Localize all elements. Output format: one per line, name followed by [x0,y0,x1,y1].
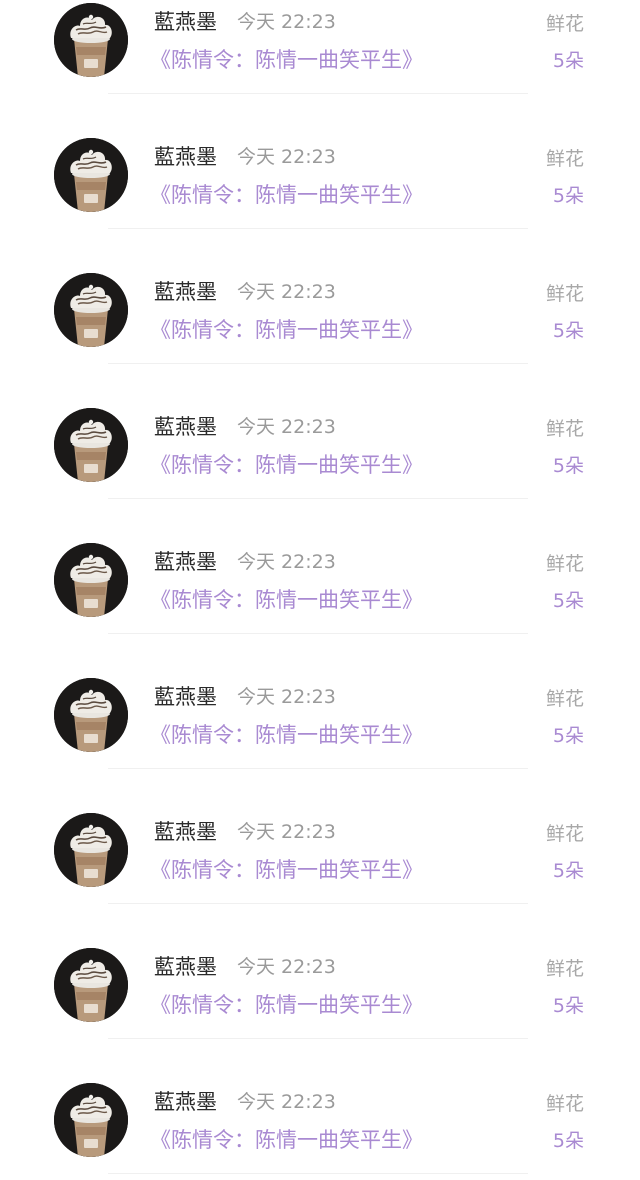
user-avatar[interactable] [54,3,128,77]
work-title-link[interactable]: 《陈情令：陈情一曲笑平生》 [150,990,423,1020]
work-title-link[interactable]: 《陈情令：陈情一曲笑平生》 [150,45,423,75]
user-avatar[interactable] [54,273,128,347]
sender-name[interactable]: 藍燕墨 [154,1088,217,1116]
gift-time: 今天 22:23 [237,956,336,978]
gift-count: 5朵 [552,725,584,747]
gift-record-item[interactable]: 藍燕墨 今天 22:23 《陈情令：陈情一曲笑平生》 鲜花 5朵 [0,910,640,1045]
user-avatar[interactable] [54,543,128,617]
gift-type-label: 鲜花 [545,148,584,170]
divider [108,1038,528,1039]
gift-type-label: 鲜花 [545,418,584,440]
gift-time: 今天 22:23 [237,686,336,708]
gift-count: 5朵 [552,860,584,882]
divider [108,1173,528,1174]
gift-count: 5朵 [552,590,584,612]
work-title-link[interactable]: 《陈情令：陈情一曲笑平生》 [150,450,423,480]
sender-name[interactable]: 藍燕墨 [154,953,217,981]
gift-type-label: 鲜花 [545,1093,584,1115]
frappuccino-cup-icon [54,948,128,1022]
gift-type-label: 鲜花 [545,13,584,35]
gift-count: 5朵 [552,995,584,1017]
user-avatar[interactable] [54,813,128,887]
divider [108,228,528,229]
frappuccino-cup-icon [54,408,128,482]
gift-time: 今天 22:23 [237,416,336,438]
work-title-link[interactable]: 《陈情令：陈情一曲笑平生》 [150,855,423,885]
divider [108,93,528,94]
work-title-link[interactable]: 《陈情令：陈情一曲笑平生》 [150,315,423,345]
gift-time: 今天 22:23 [237,551,336,573]
gift-time: 今天 22:23 [237,146,336,168]
divider [108,903,528,904]
gift-record-item[interactable]: 藍燕墨 今天 22:23 《陈情令：陈情一曲笑平生》 鲜花 5朵 [0,505,640,640]
sender-name[interactable]: 藍燕墨 [154,818,217,846]
gift-time: 今天 22:23 [237,11,336,33]
gift-type-label: 鲜花 [545,553,584,575]
work-title-link[interactable]: 《陈情令：陈情一曲笑平生》 [150,720,423,750]
gift-record-item[interactable]: 藍燕墨 今天 22:23 《陈情令：陈情一曲笑平生》 鲜花 5朵 [0,0,640,100]
gift-count: 5朵 [552,1130,584,1152]
sender-name[interactable]: 藍燕墨 [154,413,217,441]
gift-count: 5朵 [552,455,584,477]
sender-name[interactable]: 藍燕墨 [154,143,217,171]
gift-record-item[interactable]: 藍燕墨 今天 22:23 《陈情令：陈情一曲笑平生》 鲜花 5朵 [0,1045,640,1180]
user-avatar[interactable] [54,408,128,482]
frappuccino-cup-icon [54,138,128,212]
frappuccino-cup-icon [54,813,128,887]
gift-record-item[interactable]: 藍燕墨 今天 22:23 《陈情令：陈情一曲笑平生》 鲜花 5朵 [0,235,640,370]
gift-time: 今天 22:23 [237,821,336,843]
frappuccino-cup-icon [54,273,128,347]
gift-type-label: 鲜花 [545,283,584,305]
sender-name[interactable]: 藍燕墨 [154,548,217,576]
user-avatar[interactable] [54,138,128,212]
gift-record-item[interactable]: 藍燕墨 今天 22:23 《陈情令：陈情一曲笑平生》 鲜花 5朵 [0,370,640,505]
divider [108,498,528,499]
work-title-link[interactable]: 《陈情令：陈情一曲笑平生》 [150,585,423,615]
gift-record-item[interactable]: 藍燕墨 今天 22:23 《陈情令：陈情一曲笑平生》 鲜花 5朵 [0,775,640,910]
gift-type-label: 鲜花 [545,958,584,980]
gift-time: 今天 22:23 [237,281,336,303]
gift-type-label: 鲜花 [545,688,584,710]
divider [108,363,528,364]
divider [108,633,528,634]
gift-time: 今天 22:23 [237,1091,336,1113]
gift-record-item[interactable]: 藍燕墨 今天 22:23 《陈情令：陈情一曲笑平生》 鲜花 5朵 [0,640,640,775]
sender-name[interactable]: 藍燕墨 [154,683,217,711]
sender-name[interactable]: 藍燕墨 [154,8,217,36]
gift-type-label: 鲜花 [545,823,584,845]
gift-record-list: 藍燕墨 今天 22:23 《陈情令：陈情一曲笑平生》 鲜花 5朵 藍燕墨 今天 … [0,0,640,1180]
work-title-link[interactable]: 《陈情令：陈情一曲笑平生》 [150,180,423,210]
gift-count: 5朵 [552,50,584,72]
user-avatar[interactable] [54,1083,128,1157]
user-avatar[interactable] [54,948,128,1022]
frappuccino-cup-icon [54,678,128,752]
sender-name[interactable]: 藍燕墨 [154,278,217,306]
user-avatar[interactable] [54,678,128,752]
work-title-link[interactable]: 《陈情令：陈情一曲笑平生》 [150,1125,423,1155]
frappuccino-cup-icon [54,3,128,77]
gift-count: 5朵 [552,320,584,342]
frappuccino-cup-icon [54,1083,128,1157]
divider [108,768,528,769]
frappuccino-cup-icon [54,543,128,617]
gift-count: 5朵 [552,185,584,207]
gift-record-item[interactable]: 藍燕墨 今天 22:23 《陈情令：陈情一曲笑平生》 鲜花 5朵 [0,100,640,235]
